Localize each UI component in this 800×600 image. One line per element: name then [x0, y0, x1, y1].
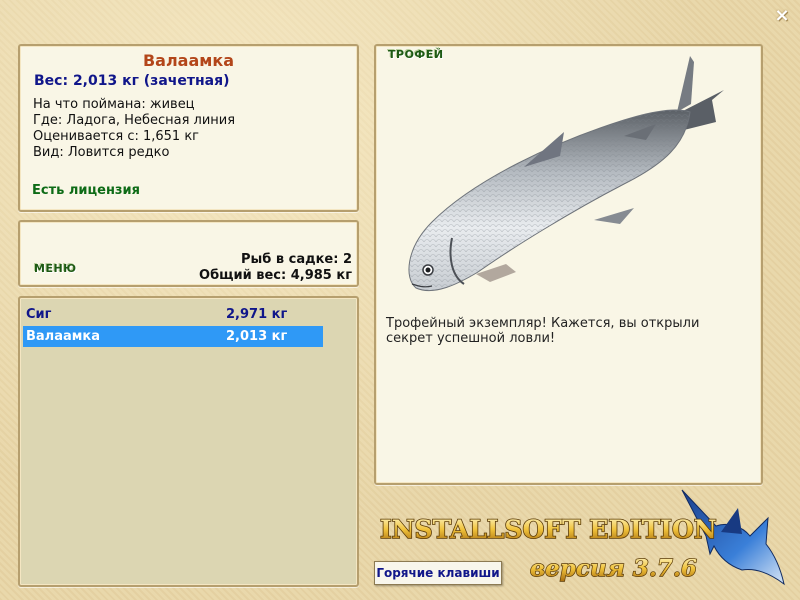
menu-button[interactable]: МЕНЮ	[34, 262, 77, 275]
list-item-weight: 2,971 кг	[226, 307, 288, 322]
fish-name: Валаамка	[142, 51, 235, 70]
list-item-name: Валаамка	[26, 329, 100, 344]
catch-stats: Рыб в садке: 2 Общий вес: 4,985 кг	[199, 252, 352, 284]
trophy-description: Трофейный экземпляр! Кажется, вы открыли…	[386, 316, 700, 346]
trophy-panel: ТРОФЕЙ Трофейный экземпляр! Кажется, вы …	[374, 44, 763, 485]
rating-detail: Оценивается с: 1,651 кг	[33, 129, 200, 144]
hotkeys-button[interactable]: Горячие клавиши	[374, 561, 502, 585]
version-label: версия 3.7.6	[530, 555, 697, 582]
fish-count: Рыб в садке: 2	[240, 252, 352, 267]
fish-weight: Вес: 2,013 кг (зачетная)	[34, 73, 230, 89]
species-detail: Вид: Ловится редко	[33, 145, 170, 160]
license-status: Есть лицензия	[32, 183, 140, 198]
bait-detail: На что поймана: живец	[33, 97, 195, 112]
list-item-selected[interactable]: Валаамка 2,013 кг	[23, 326, 323, 347]
close-button[interactable]: ×	[772, 6, 792, 26]
edition-title: INSTALLSOFT EDITION	[380, 515, 717, 544]
fish-image	[408, 56, 724, 292]
menu-panel: МЕНЮ Рыб в садке: 2 Общий вес: 4,985 кг	[18, 220, 359, 287]
catch-list: Сиг 2,971 кг Валаамка 2,013 кг	[18, 296, 359, 587]
list-item-name: Сиг	[26, 307, 52, 322]
fish-info-panel: Валаамка Вес: 2,013 кг (зачетная) На что…	[18, 44, 359, 212]
location-detail: Где: Ладога, Небесная линия	[33, 113, 236, 128]
list-item[interactable]: Сиг 2,971 кг	[23, 304, 323, 325]
total-weight: Общий вес: 4,985 кг	[199, 268, 352, 283]
list-item-weight: 2,013 кг	[226, 329, 288, 344]
